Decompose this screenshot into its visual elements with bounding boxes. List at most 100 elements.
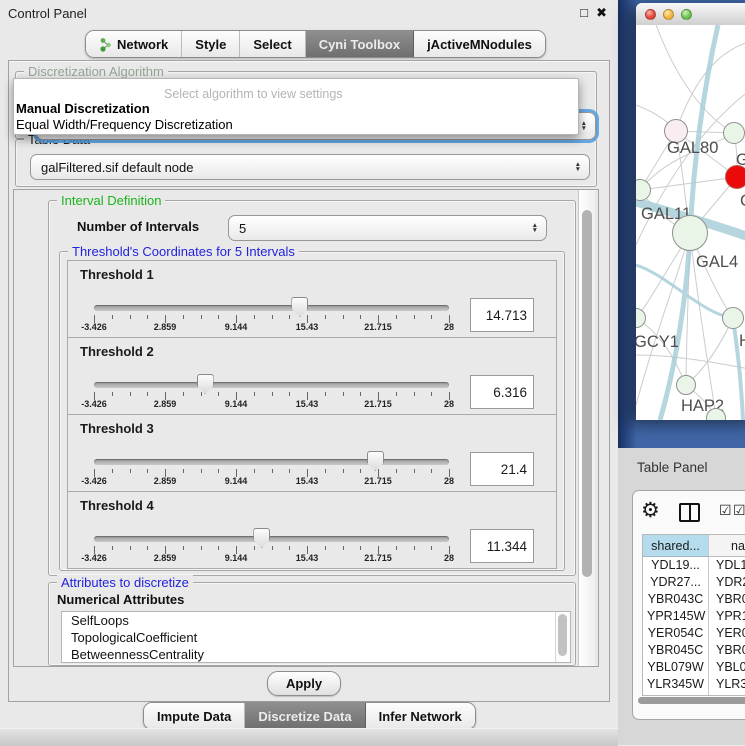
slider-thumb[interactable]: [253, 528, 270, 548]
table-row[interactable]: YIL052CYIL05: [643, 693, 745, 696]
node-attribute-table[interactable]: shared... na YDL19...YDL19YDR27...YDR27Y…: [642, 534, 745, 696]
table-row[interactable]: YLR345WYLR34: [643, 676, 745, 693]
threshold-value-field[interactable]: 21.4: [470, 452, 534, 486]
list-item[interactable]: BetweennessCentrality: [62, 646, 570, 663]
cell-shared-name[interactable]: YBR043C: [643, 591, 709, 608]
node-label: C: [740, 192, 745, 211]
slider-tick-label: 9.144: [210, 399, 262, 409]
slider-minor-tick: [289, 392, 290, 396]
interval-definition-title: Interval Definition: [57, 193, 165, 208]
cell-shared-name[interactable]: YER054C: [643, 625, 709, 642]
table-row[interactable]: YBL079WYBL07: [643, 659, 745, 676]
discretization-algorithm-title: Discretization Algorithm: [24, 64, 168, 79]
slider-track[interactable]: [94, 536, 449, 542]
network-view-window[interactable]: GAL80GACGAL11GAL4HGCY1HAP2: [636, 3, 745, 420]
cell-name[interactable]: YDL19: [709, 557, 745, 574]
slider-thumb[interactable]: [197, 374, 214, 394]
tab-cyni-toolbox[interactable]: Cyni Toolbox: [306, 31, 414, 57]
cell-name[interactable]: YPR14: [709, 608, 745, 625]
slider-minor-tick: [254, 469, 255, 473]
table-row[interactable]: YBR043CYBR04: [643, 591, 745, 608]
cell-name[interactable]: YER05: [709, 625, 745, 642]
apply-button[interactable]: Apply: [267, 671, 341, 696]
close-icon[interactable]: ✖: [596, 5, 607, 21]
table-row[interactable]: YBR045CYBR04: [643, 642, 745, 659]
float-window-icon[interactable]: □: [580, 5, 588, 20]
slider-thumb[interactable]: [291, 297, 308, 317]
number-of-intervals-combobox[interactable]: 5 ▲▼: [228, 215, 547, 241]
network-node-gal4[interactable]: [672, 215, 708, 251]
scrollbar-thumb[interactable]: [558, 614, 567, 656]
table-horizontal-scrollbar[interactable]: [638, 697, 745, 704]
cell-name[interactable]: YBL07: [709, 659, 745, 676]
slider-track[interactable]: [94, 382, 449, 388]
tab-impute-data[interactable]: Impute Data: [144, 703, 245, 729]
slider-thumb[interactable]: [367, 451, 384, 471]
cell-name[interactable]: YLR34: [709, 676, 745, 693]
window-title: Control Panel: [8, 6, 87, 21]
cell-shared-name[interactable]: YPR145W: [643, 608, 709, 625]
cell-name[interactable]: YBR04: [709, 642, 745, 659]
numerical-attributes-list[interactable]: SelfLoopsTopologicalCoefficientBetweenne…: [61, 611, 571, 663]
slider-minor-tick: [254, 546, 255, 550]
tab-network[interactable]: Network: [86, 31, 182, 57]
slider-track[interactable]: [94, 459, 449, 465]
cell-shared-name[interactable]: YDR27...: [643, 574, 709, 591]
network-node-ga[interactable]: [723, 122, 745, 144]
network-window-titlebar[interactable]: [636, 3, 745, 26]
list-item[interactable]: SelfLoops: [62, 612, 570, 629]
threshold-value-field[interactable]: 11.344: [470, 529, 534, 563]
select-all-checkbox-icon[interactable]: ☑: [719, 502, 732, 519]
tab-infer-network[interactable]: Infer Network: [366, 703, 475, 729]
column-header-name[interactable]: na: [709, 535, 745, 557]
split-columns-icon[interactable]: [679, 503, 700, 522]
network-node-hap2[interactable]: [676, 375, 696, 395]
table-row[interactable]: YPR145WYPR14: [643, 608, 745, 625]
cell-name[interactable]: YIL05: [709, 693, 745, 696]
table-data-combobox[interactable]: galFiltered.sif default node ▲▼: [30, 154, 590, 180]
slider-minor-tick: [218, 392, 219, 396]
network-node-c[interactable]: [725, 165, 745, 189]
top-tab-bar: Network Style Select Cyni Toolbox jActiv…: [85, 30, 546, 58]
slider-minor-tick: [147, 392, 148, 396]
cell-shared-name[interactable]: YLR345W: [643, 676, 709, 693]
tab-select[interactable]: Select: [240, 31, 305, 57]
cell-name[interactable]: YDR27: [709, 574, 745, 591]
table-row[interactable]: YDR27...YDR27: [643, 574, 745, 591]
tab-jactivemnodules[interactable]: jActiveMNodules: [414, 31, 545, 57]
minimize-traffic-light-icon[interactable]: [663, 9, 674, 20]
threshold-value-field[interactable]: 6.316: [470, 375, 534, 409]
attribute-items: SelfLoopsTopologicalCoefficientBetweenne…: [62, 612, 570, 663]
network-node-h[interactable]: [722, 307, 744, 329]
network-canvas[interactable]: GAL80GACGAL11GAL4HGCY1HAP2: [636, 25, 745, 420]
cell-shared-name[interactable]: YDL19...: [643, 557, 709, 574]
cell-shared-name[interactable]: YBL079W: [643, 659, 709, 676]
list-item[interactable]: TopologicalCoefficient: [62, 629, 570, 646]
threshold-label: Threshold 1: [80, 267, 154, 282]
threshold-row-3: Threshold 3-3.4262.8599.14415.4321.71528…: [67, 414, 557, 492]
slider-minor-tick: [147, 546, 148, 550]
table-row[interactable]: YDL19...YDL19: [643, 557, 745, 574]
attributes-scrollbar[interactable]: [555, 612, 570, 662]
table-row[interactable]: YER054CYER05: [643, 625, 745, 642]
scrollbar-thumb[interactable]: [582, 210, 592, 577]
popup-item-equal-width-frequency[interactable]: Equal Width/Frequency Discretization: [16, 117, 233, 132]
gear-icon[interactable]: ⚙: [641, 498, 660, 523]
close-traffic-light-icon[interactable]: [645, 9, 656, 20]
vertical-scrollbar[interactable]: [578, 190, 595, 666]
cell-name[interactable]: YBR04: [709, 591, 745, 608]
threshold-value-field[interactable]: 14.713: [470, 298, 534, 332]
column-header-shared-name[interactable]: shared...: [643, 535, 709, 557]
zoom-traffic-light-icon[interactable]: [681, 9, 692, 20]
unselect-all-checkbox-icon[interactable]: ☑: [733, 502, 745, 519]
slider-track[interactable]: [94, 305, 449, 311]
number-of-intervals-label: Number of Intervals: [77, 219, 199, 234]
cell-shared-name[interactable]: YIL052C: [643, 693, 709, 696]
tab-discretize-data[interactable]: Discretize Data: [245, 703, 365, 729]
popup-item-manual-discretization[interactable]: Manual Discretization: [16, 101, 150, 116]
slider-tick-label: 15.43: [281, 476, 333, 486]
numerical-attributes-label: Numerical Attributes: [57, 592, 184, 607]
tab-style[interactable]: Style: [182, 31, 240, 57]
threshold-row-2: Threshold 2-3.4262.8599.14415.4321.71528…: [67, 337, 557, 415]
cell-shared-name[interactable]: YBR045C: [643, 642, 709, 659]
